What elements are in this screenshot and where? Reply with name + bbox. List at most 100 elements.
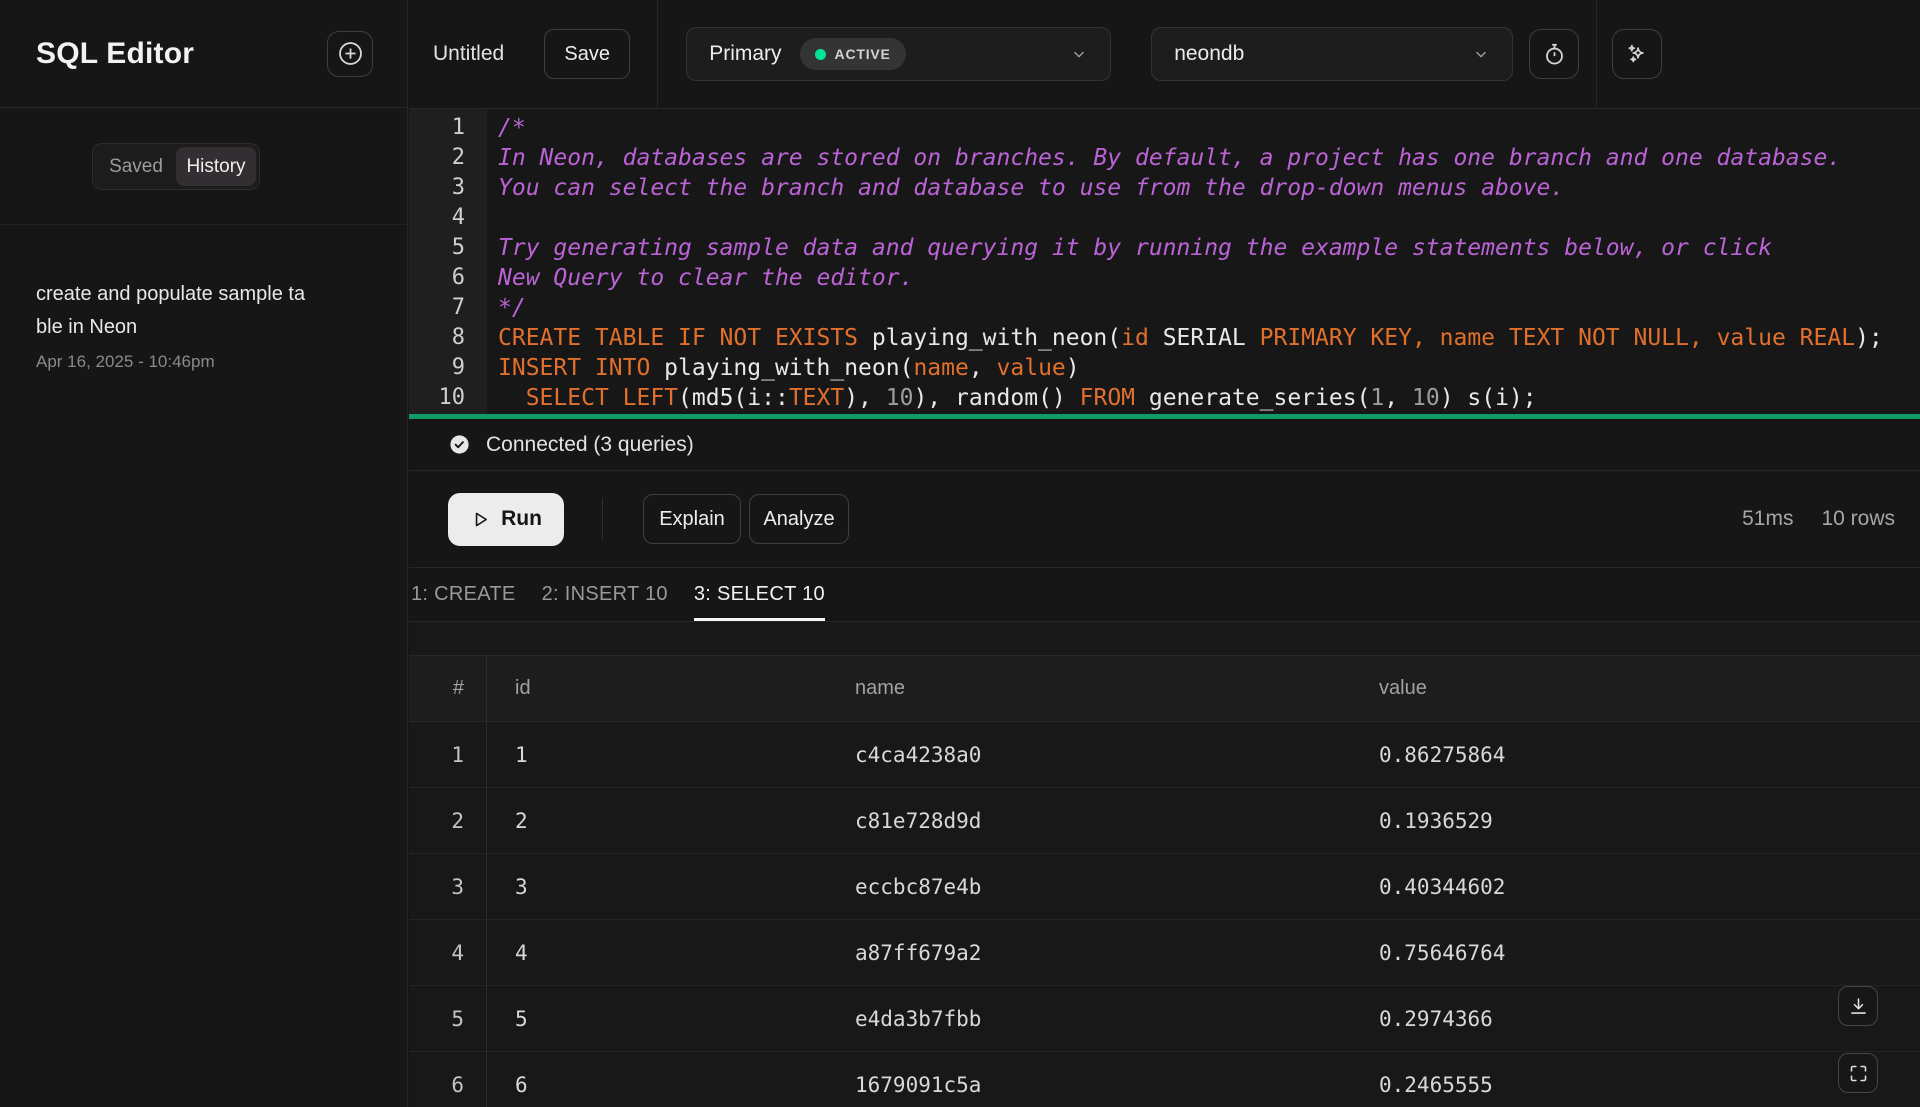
code-line: 8CREATE TABLE IF NOT EXISTS playing_with… bbox=[409, 323, 1920, 353]
run-progress-bar bbox=[409, 414, 1920, 419]
table-body: 11c4ca4238a00.8627586422c81e728d9d0.1936… bbox=[409, 722, 1920, 1107]
result-tab-2[interactable]: 2: INSERT 10 bbox=[542, 568, 668, 621]
code-text: INSERT INTO playing_with_neon(name, valu… bbox=[465, 353, 1080, 383]
fullscreen-icon bbox=[1848, 1063, 1869, 1084]
code-text: You can select the branch and database t… bbox=[465, 173, 1564, 203]
column-header-name: name bbox=[827, 677, 1351, 700]
column-header-value: value bbox=[1351, 677, 1920, 700]
cell-value: 0.40344602 bbox=[1351, 875, 1920, 899]
sidebar-tabs: SavedHistory bbox=[92, 143, 260, 190]
column-header-id: id bbox=[487, 677, 827, 700]
code-text: In Neon, databases are stored on branche… bbox=[465, 143, 1841, 173]
table-row[interactable]: 11c4ca4238a00.86275864 bbox=[409, 722, 1920, 788]
run-button-label: Run bbox=[501, 507, 542, 531]
sql-editor-app: SQL Editor SavedHistory create and popul… bbox=[0, 0, 1920, 1107]
check-circle-icon bbox=[448, 433, 471, 456]
sql-editor[interactable]: 1/*2In Neon, databases are stored on bra… bbox=[409, 109, 1920, 419]
expand-results-button[interactable] bbox=[1838, 1053, 1878, 1093]
code-line: 6New Query to clear the editor. bbox=[409, 263, 1920, 293]
query-name: Untitled bbox=[433, 42, 504, 66]
explain-button[interactable]: Explain bbox=[643, 494, 741, 544]
line-number: 2 bbox=[409, 143, 465, 173]
main-panel: Untitled Save Primary ACTIVE neondb bbox=[409, 0, 1920, 1107]
code-text: SELECT LEFT(md5(i::TEXT), 10), random() … bbox=[465, 383, 1537, 413]
cell-value: 0.75646764 bbox=[1351, 941, 1920, 965]
cell-name: eccbc87e4b bbox=[827, 875, 1351, 899]
code-line: 4 bbox=[409, 203, 1920, 233]
ai-assist-button[interactable] bbox=[1612, 29, 1662, 79]
sidebar-tab-history[interactable]: History bbox=[176, 147, 256, 186]
cell-id: 4 bbox=[487, 941, 827, 965]
results-panel: # id name value 11c4ca4238a00.8627586422… bbox=[409, 622, 1920, 1107]
cell-name: 1679091c5a bbox=[827, 1073, 1351, 1097]
branch-name: Primary bbox=[709, 42, 781, 66]
chevron-down-icon bbox=[1070, 45, 1088, 63]
code-text bbox=[465, 203, 498, 233]
column-header-index: # bbox=[409, 656, 487, 721]
cell-value: 0.2974366 bbox=[1351, 1007, 1920, 1031]
table-row[interactable]: 33eccbc87e4b0.40344602 bbox=[409, 854, 1920, 920]
cell-index: 1 bbox=[409, 722, 487, 787]
code-text: New Query to clear the editor. bbox=[465, 263, 913, 293]
run-button[interactable]: Run bbox=[448, 493, 564, 546]
cell-name: c81e728d9d bbox=[827, 809, 1351, 833]
table-row[interactable]: 55e4da3b7fbb0.2974366 bbox=[409, 986, 1920, 1052]
branch-status-badge: ACTIVE bbox=[800, 38, 906, 70]
cell-name: c4ca4238a0 bbox=[827, 743, 1351, 767]
history-item-title: create and populate sample ta ble in Neo… bbox=[36, 278, 371, 344]
line-number: 6 bbox=[409, 263, 465, 293]
query-row-count: 10 rows bbox=[1821, 507, 1895, 531]
download-results-button[interactable] bbox=[1838, 986, 1878, 1026]
code-text: Try generating sample data and querying … bbox=[465, 233, 1772, 263]
cell-id: 1 bbox=[487, 743, 827, 767]
topbar-divider bbox=[1596, 0, 1597, 108]
line-number: 4 bbox=[409, 203, 465, 233]
cell-value: 0.2465555 bbox=[1351, 1073, 1920, 1097]
query-history-button[interactable] bbox=[1529, 29, 1579, 79]
code-text: CREATE TABLE IF NOT EXISTS playing_with_… bbox=[465, 323, 1883, 353]
sidebar-tab-saved[interactable]: Saved bbox=[96, 147, 176, 186]
query-duration: 51ms bbox=[1742, 507, 1793, 531]
play-icon bbox=[470, 509, 491, 530]
table-header: # id name value bbox=[409, 655, 1920, 722]
page-title: SQL Editor bbox=[36, 37, 194, 71]
cell-id: 5 bbox=[487, 1007, 827, 1031]
sidebar: SQL Editor SavedHistory create and popul… bbox=[0, 0, 408, 1107]
status-dot bbox=[815, 49, 826, 60]
topbar-divider bbox=[657, 0, 658, 108]
chevron-down-icon bbox=[1472, 45, 1490, 63]
new-query-button[interactable] bbox=[327, 31, 373, 77]
table-row[interactable]: 661679091c5a0.2465555 bbox=[409, 1052, 1920, 1107]
save-button[interactable]: Save bbox=[544, 29, 630, 79]
cell-id: 3 bbox=[487, 875, 827, 899]
table-row[interactable]: 22c81e728d9d0.1936529 bbox=[409, 788, 1920, 854]
cell-index: 5 bbox=[409, 986, 487, 1051]
cell-index: 3 bbox=[409, 854, 487, 919]
line-number: 5 bbox=[409, 233, 465, 263]
code-text: /* bbox=[465, 113, 526, 143]
cell-value: 0.1936529 bbox=[1351, 809, 1920, 833]
database-select[interactable]: neondb bbox=[1151, 27, 1513, 81]
result-tab-3[interactable]: 3: SELECT 10 bbox=[694, 568, 825, 621]
sidebar-header: SQL Editor bbox=[0, 0, 407, 108]
cell-index: 4 bbox=[409, 920, 487, 985]
analyze-button[interactable]: Analyze bbox=[749, 494, 849, 544]
database-name: neondb bbox=[1174, 42, 1244, 66]
line-number: 9 bbox=[409, 353, 465, 383]
table-row[interactable]: 44a87ff679a20.75646764 bbox=[409, 920, 1920, 986]
cell-value: 0.86275864 bbox=[1351, 743, 1920, 767]
actions-divider bbox=[602, 498, 603, 540]
history-item-timestamp: Apr 16, 2025 - 10:46pm bbox=[36, 352, 371, 372]
result-tab-1[interactable]: 1: CREATE bbox=[411, 568, 516, 621]
line-number: 7 bbox=[409, 293, 465, 323]
result-tabs: 1: CREATE 2: INSERT 10 3: SELECT 10 bbox=[409, 568, 1920, 622]
cell-name: e4da3b7fbb bbox=[827, 1007, 1351, 1031]
topbar: Untitled Save Primary ACTIVE neondb bbox=[409, 0, 1920, 109]
branch-select[interactable]: Primary ACTIVE bbox=[686, 27, 1111, 81]
status-badge-label: ACTIVE bbox=[835, 46, 891, 62]
cell-id: 2 bbox=[487, 809, 827, 833]
code-line: 9INSERT INTO playing_with_neon(name, val… bbox=[409, 353, 1920, 383]
history-list-item[interactable]: create and populate sample ta ble in Neo… bbox=[0, 225, 407, 372]
line-number: 3 bbox=[409, 173, 465, 203]
sparkles-icon bbox=[1624, 41, 1650, 67]
